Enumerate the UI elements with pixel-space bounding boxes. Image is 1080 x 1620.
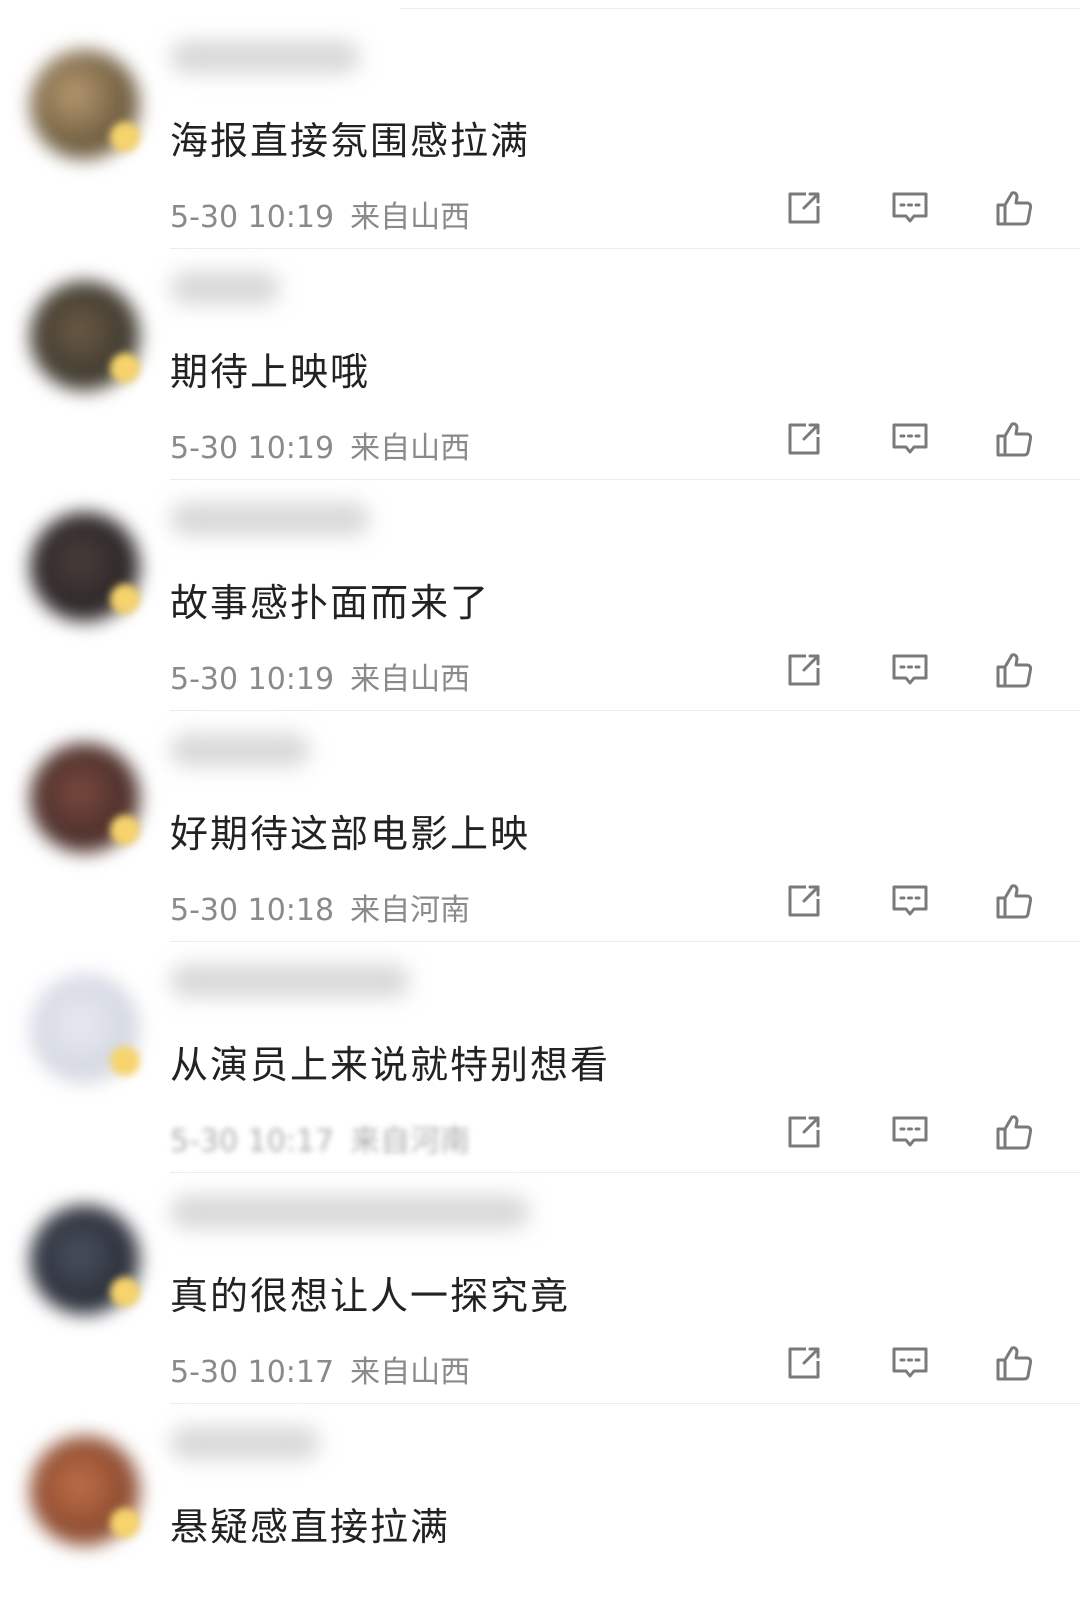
comment-text: 真的很想让人一探究竟 [170,1274,571,1318]
comment-actions [0,648,1080,692]
comment-item[interactable]: 期待上映哦 5-30 10:19 来自山西 [0,241,1080,480]
divider [400,8,1080,9]
like-button[interactable] [992,1341,1036,1385]
comment-icon [890,419,930,459]
share-icon [784,1343,824,1383]
reply-button[interactable] [888,186,932,230]
reply-button[interactable] [888,1110,932,1154]
share-button[interactable] [782,648,826,692]
comment-item[interactable]: 好期待这部电影上映 5-30 10:18 来自河南 [0,703,1080,942]
thumbs-up-icon [994,1343,1034,1383]
share-icon [784,1112,824,1152]
comment-item[interactable]: 悬疑感直接拉满 [0,1396,1080,1620]
username-blurred[interactable] [170,271,280,305]
share-icon [784,419,824,459]
comment-text: 从演员上来说就特别想看 [170,1043,611,1087]
comment-text: 期待上映哦 [170,350,371,394]
thumbs-up-icon [994,419,1034,459]
thumbs-up-icon [994,1112,1034,1152]
comment-item[interactable]: 从演员上来说就特别想看 5-30 10:17 来自河南 [0,934,1080,1173]
verified-badge-icon [110,815,140,845]
share-icon [784,650,824,690]
comment-actions [0,1110,1080,1154]
share-icon [784,881,824,921]
comment-feed: 海报直接氛围感拉满 5-30 10:19 来自山西 期待上映哦 5-30 10:19 来自… [0,0,1080,1620]
verified-badge-icon [110,1046,140,1076]
thumbs-up-icon [994,188,1034,228]
comment-actions [0,186,1080,230]
comment-item[interactable]: 海报直接氛围感拉满 5-30 10:19 来自山西 [0,10,1080,249]
reply-button[interactable] [888,1341,932,1385]
verified-badge-icon [110,353,140,383]
reply-button[interactable] [888,648,932,692]
like-button[interactable] [992,186,1036,230]
share-button[interactable] [782,417,826,461]
share-button[interactable] [782,1110,826,1154]
share-button[interactable] [782,186,826,230]
comment-icon [890,650,930,690]
comment-item[interactable]: 真的很想让人一探究竟 5-30 10:17 来自山西 [0,1165,1080,1404]
comment-icon [890,188,930,228]
comment-actions [0,1341,1080,1385]
reply-button[interactable] [888,417,932,461]
comment-text: 海报直接氛围感拉满 [170,119,531,163]
username-blurred[interactable] [170,1426,320,1460]
comment-text: 好期待这部电影上映 [170,812,531,856]
username-blurred[interactable] [170,733,310,767]
username-blurred[interactable] [170,1195,530,1229]
comment-icon [890,881,930,921]
share-icon [784,188,824,228]
thumbs-up-icon [994,650,1034,690]
comment-text: 故事感扑面而来了 [170,581,491,625]
like-button[interactable] [992,879,1036,923]
comment-actions [0,417,1080,461]
like-button[interactable] [992,417,1036,461]
like-button[interactable] [992,648,1036,692]
reply-button[interactable] [888,879,932,923]
username-blurred[interactable] [170,502,370,536]
username-blurred[interactable] [170,40,360,74]
comment-item[interactable]: 故事感扑面而来了 5-30 10:19 来自山西 [0,472,1080,711]
share-button[interactable] [782,879,826,923]
verified-badge-icon [110,584,140,614]
username-blurred[interactable] [170,964,410,998]
comment-actions [0,879,1080,923]
comment-text: 悬疑感直接拉满 [170,1505,451,1549]
verified-badge-icon [110,122,140,152]
thumbs-up-icon [994,881,1034,921]
share-button[interactable] [782,1341,826,1385]
comment-icon [890,1343,930,1383]
like-button[interactable] [992,1110,1036,1154]
verified-badge-icon [110,1277,140,1307]
verified-badge-icon [110,1508,140,1538]
comment-icon [890,1112,930,1152]
